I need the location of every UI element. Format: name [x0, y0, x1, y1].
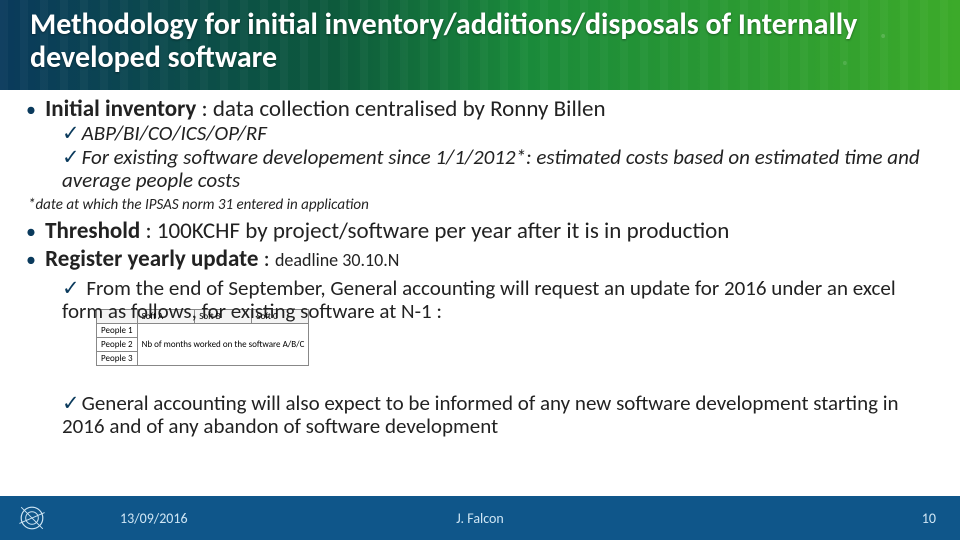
check-icon: ✓	[62, 144, 80, 170]
cern-logo-icon	[14, 500, 50, 536]
register-rest: :	[258, 245, 275, 273]
threshold-rest: : 100KCHF by project/software per year a…	[140, 217, 729, 245]
td-caption: Nb of months worked on the software A/B/…	[137, 323, 309, 365]
bullet-dot: •	[26, 248, 36, 272]
sub-existing-text: For existing software developement since…	[62, 144, 920, 193]
slide-title: Methodology for initial inventory/additi…	[0, 0, 960, 74]
register-bold: Register yearly update	[45, 245, 258, 273]
bullet-register: • Register yearly update : deadline 30.1…	[26, 246, 934, 272]
td-people2: People 2	[97, 337, 138, 351]
ipsas-note: *date at which the IPSAS norm 31 entered…	[26, 196, 934, 214]
check-icon: ✓	[62, 275, 80, 301]
initial-inventory-bold: Initial inventory	[45, 95, 196, 123]
check-icon: ✓	[62, 390, 80, 416]
td-people1: People 1	[97, 323, 138, 337]
bullet-initial-inventory: • Initial inventory : data collection ce…	[26, 96, 934, 122]
slide-footer: 13/09/2016 J. Falcon 10	[0, 496, 960, 540]
sub-abp-text: ABP/BI/CO/ICS/OP/RF	[82, 120, 267, 146]
sub-general-acct-text: General accounting will also expect to b…	[62, 390, 899, 439]
sub-existing: ✓For existing software developement sinc…	[26, 146, 934, 192]
footer-author: J. Falcon	[456, 510, 504, 527]
slide-body: • Initial inventory : data collection ce…	[0, 90, 960, 438]
initial-inventory-rest: : data collection centralised by Ronny B…	[196, 95, 605, 123]
footer-page-number: 10	[922, 510, 936, 527]
td-people3: People 3	[97, 351, 138, 365]
bullet-dot: •	[26, 98, 36, 122]
bullet-dot: •	[26, 220, 36, 244]
sub-abp: ✓ABP/BI/CO/ICS/OP/RF	[26, 122, 934, 145]
register-small: deadline 30.10.N	[275, 249, 399, 271]
check-icon: ✓	[62, 120, 80, 146]
footer-date: 13/09/2016	[120, 510, 188, 527]
sub-general-accounting: ✓General accounting will also expect to …	[26, 392, 934, 438]
threshold-bold: Threshold	[45, 217, 140, 245]
bullet-threshold: • Threshold : 100KCHF by project/softwar…	[26, 218, 934, 244]
slide-header: Methodology for initial inventory/additi…	[0, 0, 960, 90]
